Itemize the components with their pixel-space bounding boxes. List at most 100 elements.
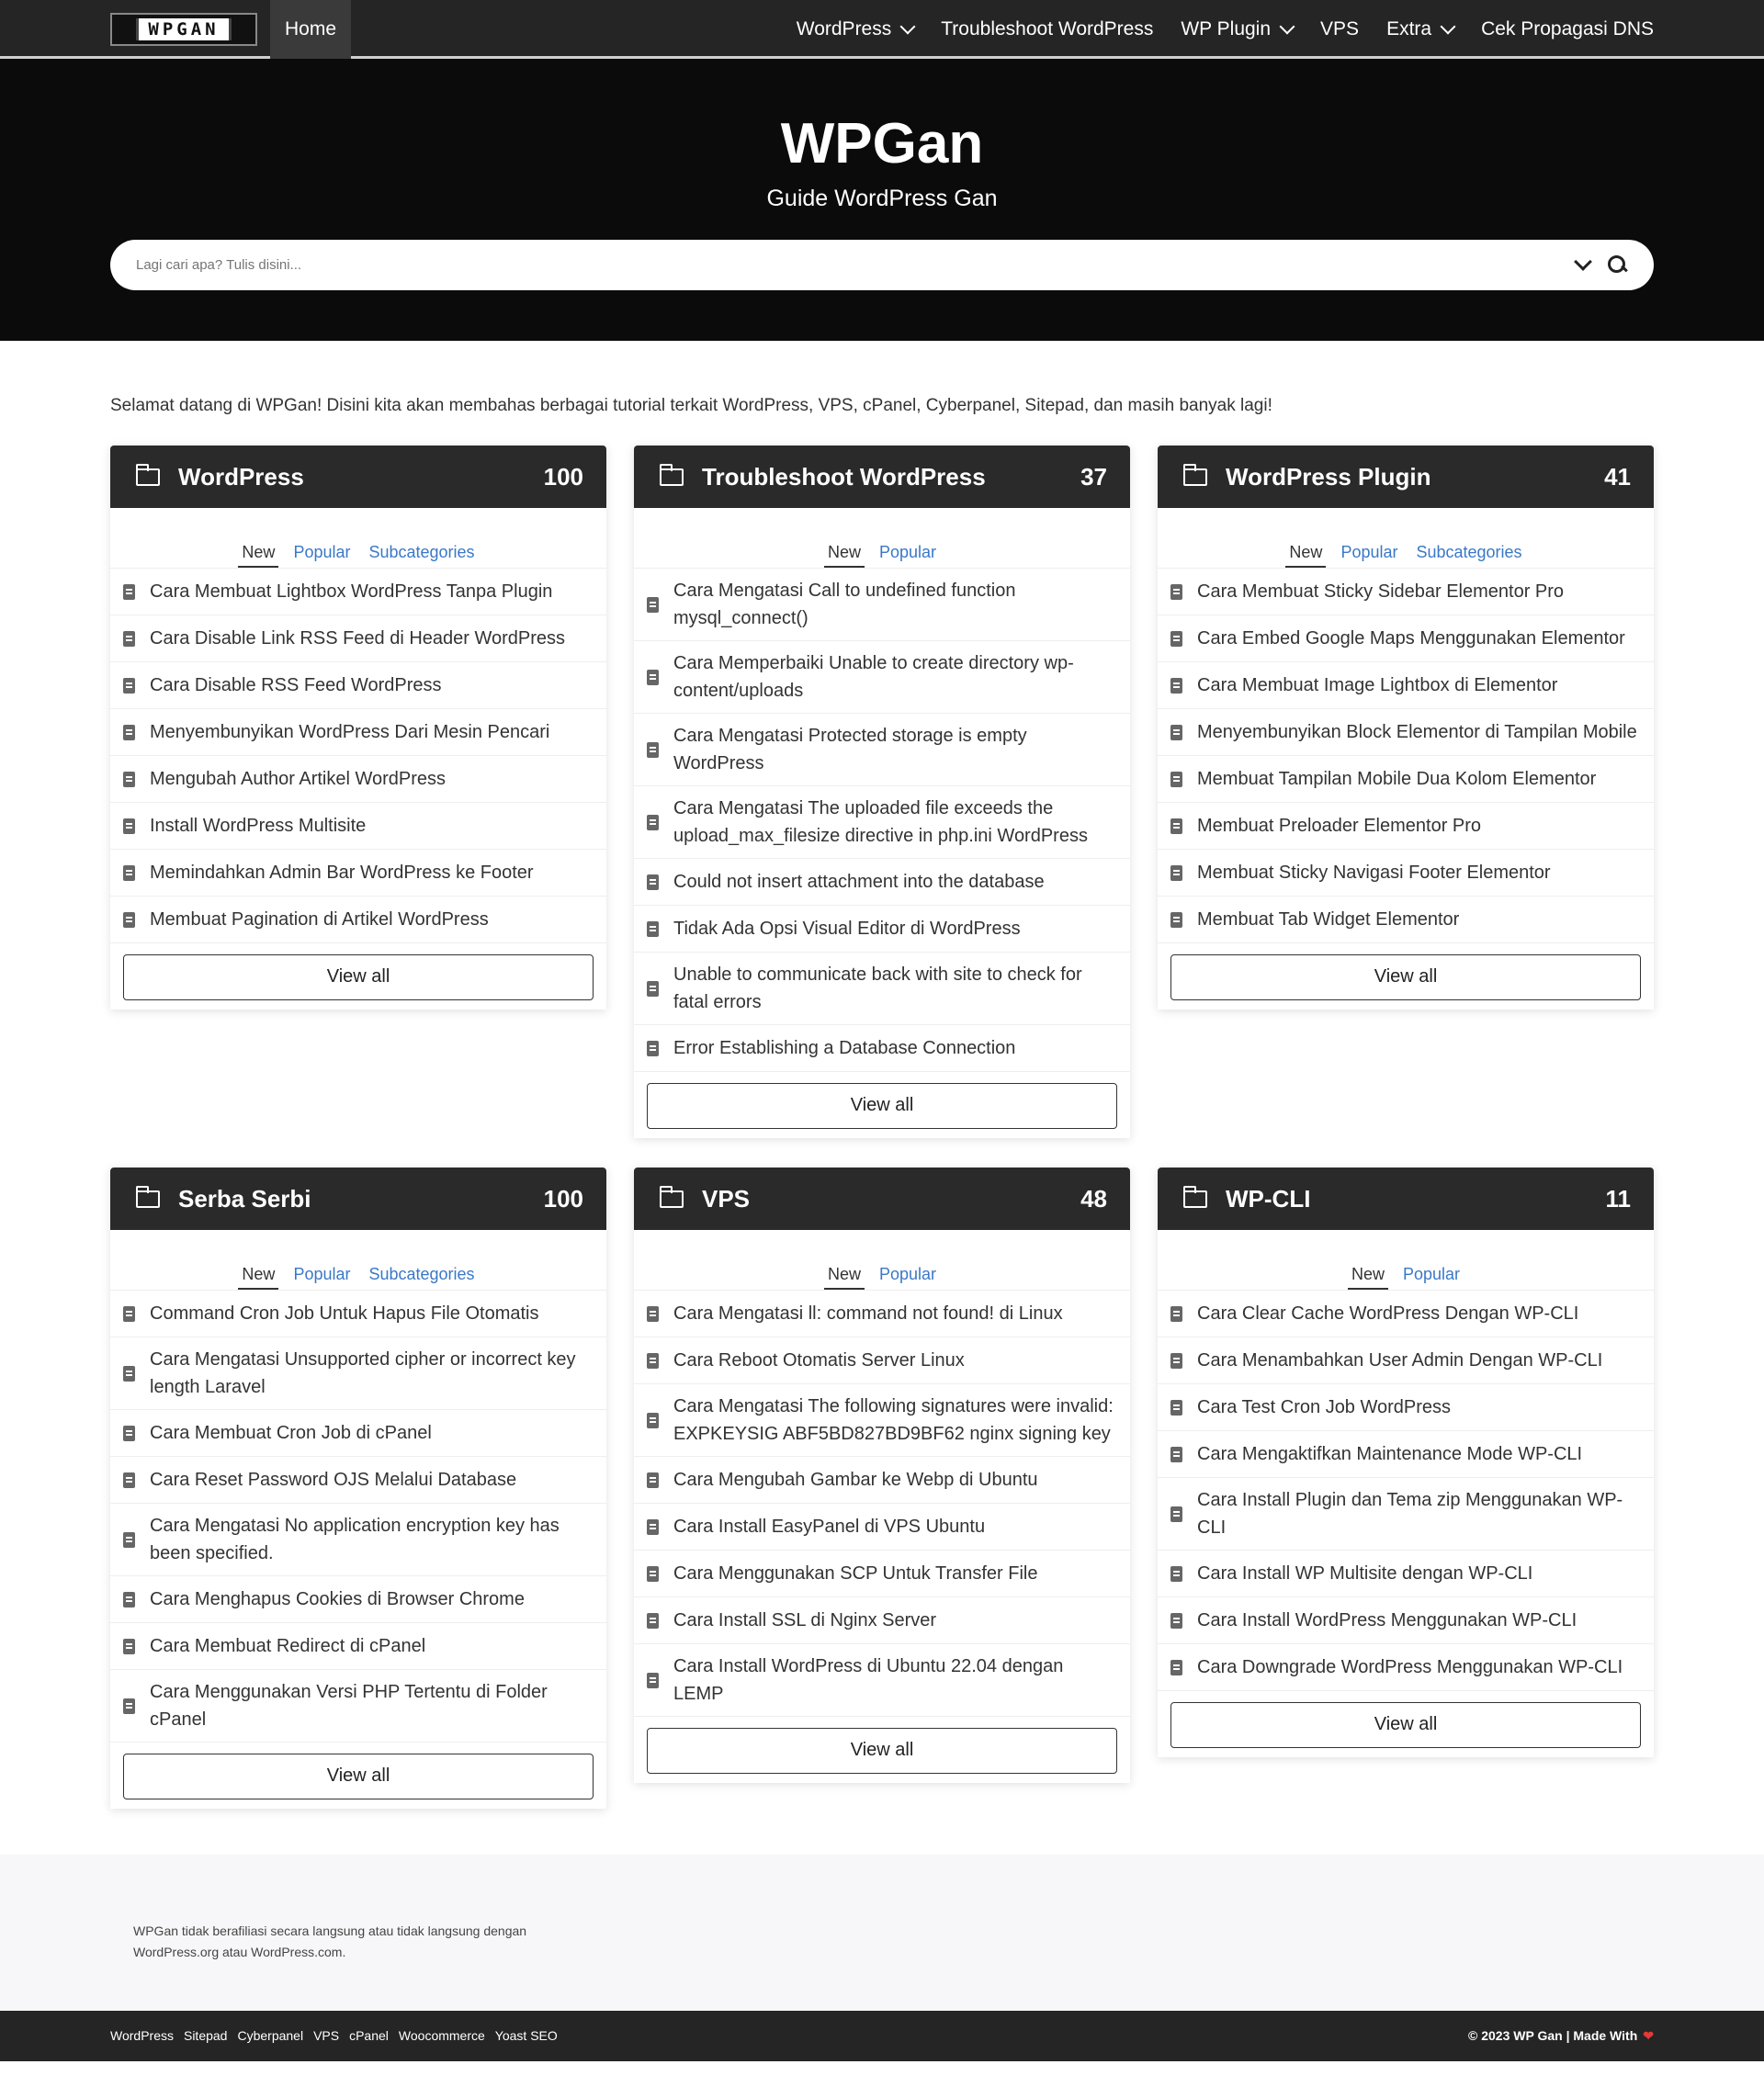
view-all-button[interactable]: View all <box>123 1754 594 1799</box>
tab-new[interactable]: New <box>238 543 279 568</box>
post-link[interactable]: Cara Mengatasi Unsupported cipher or inc… <box>150 1346 594 1401</box>
list-item[interactable]: Cara Membuat Sticky Sidebar Elementor Pr… <box>1158 569 1654 615</box>
post-link[interactable]: Cara Reset Password OJS Melalui Database <box>150 1466 516 1494</box>
list-item[interactable]: Error Establishing a Database Connection <box>634 1025 1130 1072</box>
footer-link-vps[interactable]: VPS <box>313 2028 339 2043</box>
post-link[interactable]: Cara Downgrade WordPress Menggunakan WP-… <box>1197 1653 1623 1681</box>
post-link[interactable]: Cara Install SSL di Nginx Server <box>673 1607 936 1634</box>
post-link[interactable]: Could not insert attachment into the dat… <box>673 868 1045 896</box>
site-logo[interactable]: WPGAN <box>110 13 257 46</box>
post-link[interactable]: Cara Menghapus Cookies di Browser Chrome <box>150 1585 525 1613</box>
list-item[interactable]: Unable to communicate back with site to … <box>634 953 1130 1025</box>
view-all-button[interactable]: View all <box>123 954 594 1000</box>
post-link[interactable]: Cara Embed Google Maps Menggunakan Eleme… <box>1197 625 1625 652</box>
list-item[interactable]: Cara Mengatasi Call to undefined functio… <box>634 569 1130 641</box>
tab-new[interactable]: New <box>823 1265 865 1290</box>
list-item[interactable]: Cara Membuat Cron Job di cPanel <box>110 1410 606 1457</box>
list-item[interactable]: Cara Reboot Otomatis Server Linux <box>634 1337 1130 1384</box>
list-item[interactable]: Cara Test Cron Job WordPress <box>1158 1384 1654 1431</box>
tab-popular[interactable]: Popular <box>1399 1265 1464 1290</box>
list-item[interactable]: Could not insert attachment into the dat… <box>634 859 1130 906</box>
tab-subcategories[interactable]: Subcategories <box>1412 543 1525 568</box>
post-link[interactable]: Cara Disable Link RSS Feed di Header Wor… <box>150 625 565 652</box>
list-item[interactable]: Cara Menambahkan User Admin Dengan WP-CL… <box>1158 1337 1654 1384</box>
tab-new[interactable]: New <box>1285 543 1327 568</box>
post-link[interactable]: Cara Reboot Otomatis Server Linux <box>673 1347 965 1374</box>
list-item[interactable]: Cara Menggunakan SCP Untuk Transfer File <box>634 1551 1130 1597</box>
list-item[interactable]: Membuat Preloader Elementor Pro <box>1158 803 1654 850</box>
list-item[interactable]: Command Cron Job Untuk Hapus File Otomat… <box>110 1291 606 1337</box>
view-all-button[interactable]: View all <box>1170 1702 1641 1748</box>
list-item[interactable]: Install WordPress Multisite <box>110 803 606 850</box>
post-link[interactable]: Cara Mengatasi No application encryption… <box>150 1512 594 1567</box>
post-link[interactable]: Cara Mengatasi ll: command not found! di… <box>673 1300 1063 1327</box>
view-all-button[interactable]: View all <box>647 1083 1117 1129</box>
card-header[interactable]: Serba Serbi 100 <box>110 1168 606 1230</box>
list-item[interactable]: Tidak Ada Opsi Visual Editor di WordPres… <box>634 906 1130 953</box>
tab-new[interactable]: New <box>823 543 865 568</box>
post-link[interactable]: Cara Mengatasi Call to undefined functio… <box>673 577 1117 632</box>
list-item[interactable]: Cara Embed Google Maps Menggunakan Eleme… <box>1158 615 1654 662</box>
list-item[interactable]: Mengubah Author Artikel WordPress <box>110 756 606 803</box>
post-link[interactable]: Cara Install EasyPanel di VPS Ubuntu <box>673 1513 985 1540</box>
list-item[interactable]: Cara Install WP Multisite dengan WP-CLI <box>1158 1551 1654 1597</box>
post-link[interactable]: Cara Mengaktifkan Maintenance Mode WP-CL… <box>1197 1440 1582 1468</box>
nav-home[interactable]: Home <box>270 0 352 59</box>
post-link[interactable]: Cara Install WP Multisite dengan WP-CLI <box>1197 1560 1532 1587</box>
list-item[interactable]: Cara Clear Cache WordPress Dengan WP-CLI <box>1158 1291 1654 1337</box>
card-header[interactable]: Troubleshoot WordPress 37 <box>634 446 1130 508</box>
list-item[interactable]: Cara Mengatasi No application encryption… <box>110 1504 606 1576</box>
post-link[interactable]: Cara Membuat Redirect di cPanel <box>150 1632 425 1660</box>
post-link[interactable]: Cara Mengubah Gambar ke Webp di Ubuntu <box>673 1466 1038 1494</box>
list-item[interactable]: Cara Install WordPress Menggunakan WP-CL… <box>1158 1597 1654 1644</box>
footer-link-sitepad[interactable]: Sitepad <box>184 2028 227 2043</box>
post-link[interactable]: Mengubah Author Artikel WordPress <box>150 765 446 793</box>
post-link[interactable]: Membuat Sticky Navigasi Footer Elementor <box>1197 859 1551 886</box>
nav-item-wordpress[interactable]: WordPress <box>797 18 916 40</box>
list-item[interactable]: Cara Mengaktifkan Maintenance Mode WP-CL… <box>1158 1431 1654 1478</box>
tab-popular[interactable]: Popular <box>1337 543 1401 568</box>
post-link[interactable]: Tidak Ada Opsi Visual Editor di WordPres… <box>673 915 1021 942</box>
card-title[interactable]: WP-CLI <box>1226 1185 1606 1213</box>
card-title[interactable]: VPS <box>702 1185 1080 1213</box>
post-link[interactable]: Cara Menambahkan User Admin Dengan WP-CL… <box>1197 1347 1602 1374</box>
list-item[interactable]: Membuat Tab Widget Elementor <box>1158 897 1654 943</box>
post-link[interactable]: Cara Membuat Cron Job di cPanel <box>150 1419 432 1447</box>
chevron-down-icon[interactable] <box>1574 252 1592 271</box>
post-link[interactable]: Cara Disable RSS Feed WordPress <box>150 671 442 699</box>
card-header[interactable]: WordPress Plugin 41 <box>1158 446 1654 508</box>
nav-item-troubleshoot-wordpress[interactable]: Troubleshoot WordPress <box>941 18 1153 40</box>
card-header[interactable]: VPS 48 <box>634 1168 1130 1230</box>
nav-item-extra[interactable]: Extra <box>1386 18 1456 40</box>
list-item[interactable]: Membuat Tampilan Mobile Dua Kolom Elemen… <box>1158 756 1654 803</box>
tab-popular[interactable]: Popular <box>289 1265 354 1290</box>
list-item[interactable]: Cara Install Plugin dan Tema zip Menggun… <box>1158 1478 1654 1551</box>
footer-link-cpanel[interactable]: cPanel <box>349 2028 389 2043</box>
list-item[interactable]: Cara Menghapus Cookies di Browser Chrome <box>110 1576 606 1623</box>
post-link[interactable]: Memindahkan Admin Bar WordPress ke Foote… <box>150 859 534 886</box>
view-all-button[interactable]: View all <box>647 1728 1117 1774</box>
post-link[interactable]: Cara Install WordPress Menggunakan WP-CL… <box>1197 1607 1577 1634</box>
list-item[interactable]: Cara Mengatasi The following signatures … <box>634 1384 1130 1457</box>
post-link[interactable]: Cara Menggunakan Versi PHP Tertentu di F… <box>150 1678 594 1733</box>
list-item[interactable]: Cara Reset Password OJS Melalui Database <box>110 1457 606 1504</box>
list-item[interactable]: Cara Disable Link RSS Feed di Header Wor… <box>110 615 606 662</box>
tab-popular[interactable]: Popular <box>876 543 940 568</box>
post-link[interactable]: Cara Test Cron Job WordPress <box>1197 1393 1451 1421</box>
card-title[interactable]: Troubleshoot WordPress <box>702 463 1080 491</box>
list-item[interactable]: Menyembunyikan Block Elementor di Tampil… <box>1158 709 1654 756</box>
nav-item-cek-propagasi-dns[interactable]: Cek Propagasi DNS <box>1481 18 1654 40</box>
card-title[interactable]: WordPress <box>178 463 544 491</box>
post-link[interactable]: Cara Install WordPress di Ubuntu 22.04 d… <box>673 1653 1117 1708</box>
post-link[interactable]: Cara Clear Cache WordPress Dengan WP-CLI <box>1197 1300 1578 1327</box>
list-item[interactable]: Cara Membuat Redirect di cPanel <box>110 1623 606 1670</box>
list-item[interactable]: Cara Disable RSS Feed WordPress <box>110 662 606 709</box>
post-link[interactable]: Membuat Preloader Elementor Pro <box>1197 812 1481 840</box>
tab-new[interactable]: New <box>238 1265 279 1290</box>
footer-link-cyberpanel[interactable]: Cyberpanel <box>237 2028 303 2043</box>
list-item[interactable]: Cara Mengubah Gambar ke Webp di Ubuntu <box>634 1457 1130 1504</box>
list-item[interactable]: Cara Downgrade WordPress Menggunakan WP-… <box>1158 1644 1654 1691</box>
list-item[interactable]: Cara Memperbaiki Unable to create direct… <box>634 641 1130 714</box>
search-icon[interactable] <box>1608 254 1628 276</box>
nav-item-vps[interactable]: VPS <box>1320 18 1359 40</box>
